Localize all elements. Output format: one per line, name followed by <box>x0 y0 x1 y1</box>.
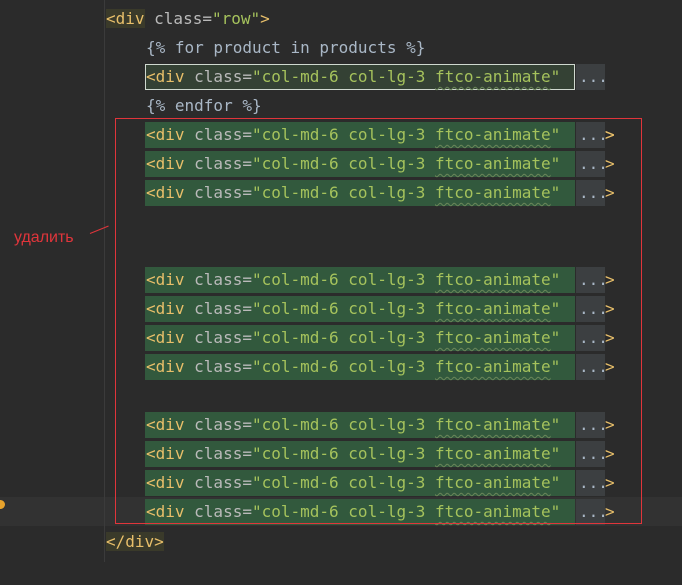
attr-value-end: " <box>550 67 561 86</box>
annotation-label: удалить <box>14 229 74 246</box>
template-for: {% for product in products %} <box>146 38 426 57</box>
tag-close: > <box>260 9 270 28</box>
tag-open: <div <box>106 9 145 28</box>
red-selection-box <box>115 118 642 524</box>
tag-open: <div <box>146 67 185 86</box>
attr-value-typo: ftco-animate <box>435 67 551 86</box>
code-line-open-row[interactable]: <div class="row"> <box>0 4 682 33</box>
code-line-close-row[interactable]: </div> <box>0 527 682 556</box>
template-endfor: {% endfor %} <box>146 96 262 115</box>
code-line-product-div[interactable]: <div class="col-md-6 col-lg-3 ftco-anima… <box>0 62 682 144</box>
code-line-for[interactable]: {% for product in products %} <box>0 33 682 62</box>
annotation-pointer <box>89 225 109 234</box>
attr-value: "row" <box>211 9 261 28</box>
attr-value: "col-md-6 col-lg-3 <box>251 67 435 86</box>
attr-class: class= <box>144 9 212 28</box>
attr-class: class= <box>184 67 252 86</box>
code-line-endfor[interactable]: {% endfor %} <box>0 91 682 120</box>
tag-close-row: </div> <box>106 532 164 551</box>
